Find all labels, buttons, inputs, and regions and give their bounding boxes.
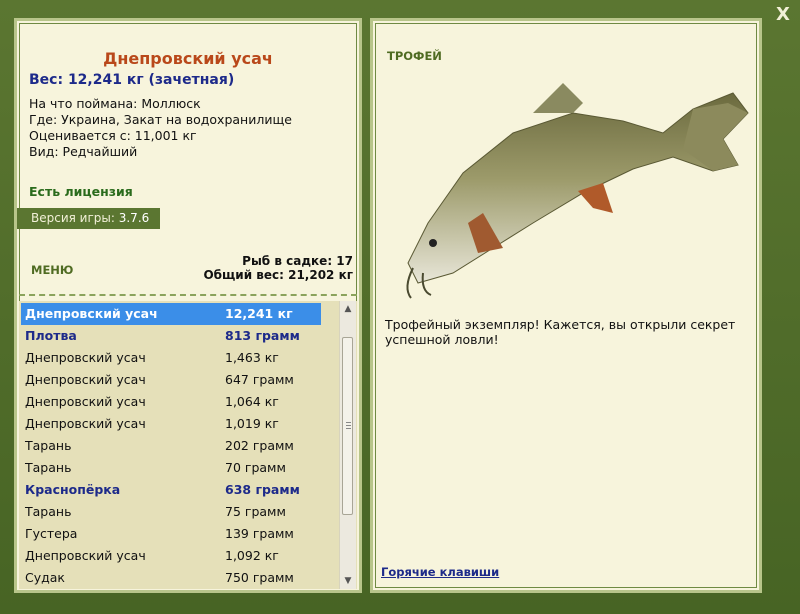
item-name: Тарань [25, 460, 72, 475]
item-weight: 70 грамм [225, 460, 286, 475]
item-name: Днепровский усач [25, 372, 146, 387]
list-item[interactable]: Днепровский усач 647 грамм [21, 369, 321, 391]
scroll-thumb[interactable] [342, 337, 353, 515]
item-name: Густера [25, 526, 78, 541]
list-item[interactable]: Днепровский усач 1,092 кг [21, 545, 321, 567]
item-weight: 647 грамм [225, 372, 294, 387]
item-weight: 202 грамм [225, 438, 294, 453]
grip-line-icon [346, 428, 351, 429]
list-item[interactable]: Тарань 70 грамм [21, 457, 321, 479]
item-name: Тарань [25, 438, 72, 453]
scroll-down-icon[interactable]: ▼ [340, 573, 356, 589]
item-weight: 1,064 кг [225, 394, 279, 409]
list-item[interactable]: Днепровский усач 1,019 кг [21, 413, 321, 435]
item-name: Днепровский усач [25, 306, 158, 321]
item-name: Днепровский усач [25, 394, 146, 409]
menu-button[interactable]: МЕНЮ [31, 263, 73, 277]
license-status: Есть лицензия [29, 184, 133, 199]
item-weight: 75 грамм [225, 504, 286, 519]
item-weight: 12,241 кг [225, 306, 293, 321]
item-weight: 1,019 кг [225, 416, 279, 431]
cage-counts: Рыб в садке: 17 Общий вес: 21,202 кг [203, 254, 353, 282]
list-item[interactable]: Тарань 202 грамм [21, 435, 321, 457]
item-name: Краснопёрка [25, 482, 121, 497]
item-name: Судак [25, 570, 65, 585]
fish-weight: Вес: 12,241 кг (зачетная) [29, 72, 235, 88]
item-name: Днепровский усач [25, 548, 146, 563]
item-weight: 139 грамм [225, 526, 294, 541]
hotkeys-link[interactable]: Горячие клавиши [381, 565, 499, 579]
list-item[interactable]: Днепровский усач 12,241 кг [21, 303, 321, 325]
trophy-description: Трофейный экземпляр! Кажется, вы открыли… [385, 317, 736, 347]
scroll-up-icon[interactable]: ▲ [340, 301, 356, 317]
grip-line-icon [346, 422, 351, 423]
item-weight: 1,092 кг [225, 548, 279, 563]
fish-image [406, 83, 749, 299]
scrollbar[interactable]: ▲ ▼ [339, 301, 356, 589]
divider [19, 294, 357, 296]
trophy-label: ТРОФЕЙ [387, 49, 442, 63]
valued-from: Оценивается с: 11,001 кг [29, 128, 197, 143]
version-badge: Версия игры: 3.7.6 [17, 208, 160, 229]
item-weight: 813 грамм [225, 328, 300, 343]
version-value: 3.7.6 [118, 211, 150, 225]
item-name: Плотва [25, 328, 77, 343]
item-name: Днепровский усач [25, 350, 146, 365]
list-item[interactable]: Судак 750 грамм [21, 567, 321, 589]
trophy-panel: ТРОФЕЙ Трофейный экземпляр! Кажется, вы … [370, 18, 762, 593]
caught-on: На что поймана: Моллюск [29, 96, 201, 111]
item-weight: 638 грамм [225, 482, 300, 497]
list-item[interactable]: Днепровский усач 1,064 кг [21, 391, 321, 413]
list-item[interactable]: Густера 139 грамм [21, 523, 321, 545]
fish-title: Днепровский усач [103, 49, 273, 68]
catch-list[interactable]: Днепровский усач 12,241 кг Плотва 813 грамм… [19, 301, 357, 589]
item-name: Тарань [25, 504, 72, 519]
grip-line-icon [346, 425, 351, 426]
fish-count: Рыб в садке: 17 [242, 254, 353, 268]
total-weight: Общий вес: 21,202 кг [203, 268, 353, 282]
list-item[interactable]: Краснопёрка 638 грамм [21, 479, 321, 501]
close-button[interactable]: X [772, 4, 794, 26]
list-item[interactable]: Днепровский усач 1,463 кг [21, 347, 321, 369]
catch-info-panel: Днепровский усач Вес: 12,241 кг (зачетна… [14, 18, 362, 593]
list-item[interactable]: Плотва 813 грамм [21, 325, 321, 347]
list-item[interactable]: Тарань 75 грамм [21, 501, 321, 523]
item-weight: 750 грамм [225, 570, 294, 585]
location: Где: Украина, Закат на водохранилище [29, 112, 292, 127]
version-label: Версия игры: [31, 211, 115, 225]
item-name: Днепровский усач [25, 416, 146, 431]
fish-type: Вид: Редчайший [29, 144, 138, 159]
item-weight: 1,463 кг [225, 350, 279, 365]
fish-details: На что поймана: Моллюск Где: Украина, За… [29, 96, 292, 160]
